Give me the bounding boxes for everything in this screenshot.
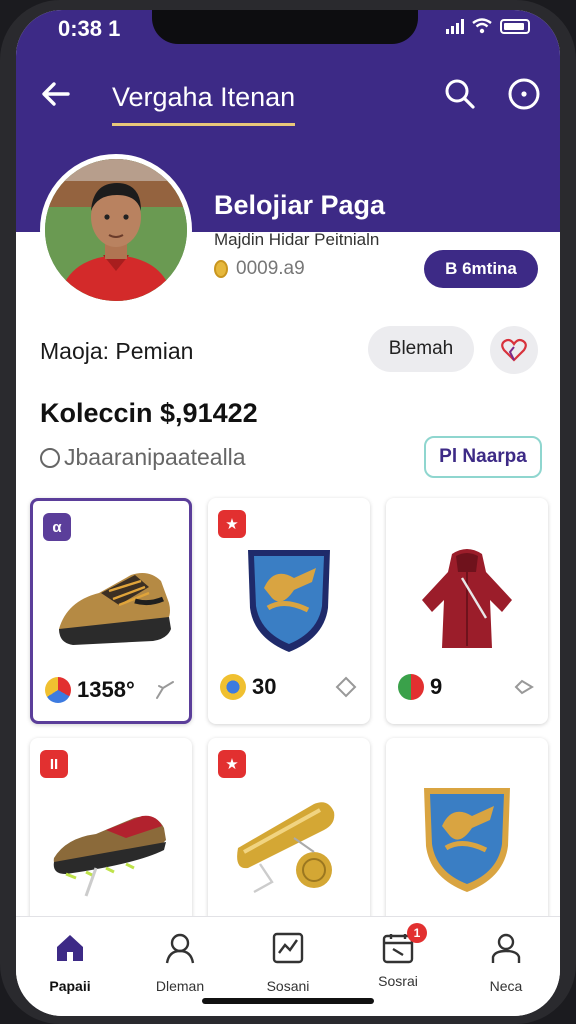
tab-label: Papaii <box>49 978 91 994</box>
collection-title: Koleccin $,91422 <box>40 398 258 428</box>
collection-handle: Jbaaranipaatealla <box>40 444 246 471</box>
favorite-button[interactable] <box>490 326 538 374</box>
card-badge: ★ <box>218 510 246 538</box>
card-footer: 30 <box>220 674 358 700</box>
sneaker-image <box>59 573 171 645</box>
tab-players[interactable]: Dleman <box>140 931 220 994</box>
coin-value: 0009.a9 <box>236 258 305 279</box>
battery-icon <box>500 18 530 34</box>
player-photo <box>45 159 187 301</box>
handle-text: Jbaaranipaatealla <box>64 444 246 470</box>
share-icon[interactable] <box>512 675 536 699</box>
heart-icon <box>501 338 527 362</box>
item-card[interactable]: α 1358° <box>30 498 192 724</box>
more-button[interactable] <box>506 76 542 112</box>
card-value: 30 <box>252 674 277 699</box>
card-value: 1358° <box>77 677 135 702</box>
card-badge: ★ <box>218 750 246 778</box>
item-card[interactable]: ★ 30 <box>208 498 370 724</box>
clock-icon <box>40 447 60 468</box>
coin-icon <box>214 260 228 278</box>
status-icons <box>446 18 530 34</box>
tab-calendar[interactable]: 1 Sosrai <box>358 923 438 989</box>
profile-name: Belojiar Paga <box>214 190 386 220</box>
diamond-icon[interactable] <box>334 675 358 699</box>
wifi-icon <box>472 18 492 34</box>
home-indicator[interactable] <box>202 998 374 1004</box>
home-icon <box>57 935 83 961</box>
search-button[interactable] <box>442 76 478 112</box>
card-footer: 9 <box>398 674 536 700</box>
tab-label: Sosrai <box>378 973 418 989</box>
card-badge: α <box>43 513 71 541</box>
filter-button[interactable]: Pl Naarpa <box>424 436 542 478</box>
role-label: Maoja: Pemian <box>40 338 194 364</box>
follow-button[interactable]: B 6mtina <box>424 250 538 288</box>
notification-badge: 1 <box>407 923 427 943</box>
screen: 0:38 1 Vergaha Itenan Belojiar Paga Majd… <box>16 10 560 1016</box>
tab-profile[interactable]: Neca <box>466 931 546 994</box>
user-icon <box>165 933 195 964</box>
boot-image <box>53 815 166 897</box>
chart-icon <box>272 932 304 964</box>
whistle-image <box>237 802 335 894</box>
chip-button[interactable]: Blemah <box>368 326 474 372</box>
crest-image <box>424 788 510 892</box>
tab-label: Dleman <box>155 978 205 994</box>
gem-icon <box>220 674 246 700</box>
item-card[interactable]: 9 <box>386 498 548 724</box>
crest-image <box>248 550 330 652</box>
card-badge: II <box>40 750 68 778</box>
tab-label: Sosani <box>266 978 310 994</box>
top-bar: Vergaha Itenan <box>16 68 560 128</box>
page-title: Vergaha Itenan <box>112 82 296 126</box>
card-footer: 1358° <box>45 677 177 703</box>
status-time: 0:38 1 <box>58 16 121 41</box>
gem-icon <box>398 674 424 700</box>
profile-subtitle: Majdin Hidar Peitnialn <box>214 230 380 249</box>
coin-balance: 0009.a9 <box>214 258 305 280</box>
notch <box>152 10 418 44</box>
card-value: 9 <box>430 674 443 699</box>
calendar-icon-wrap: 1 <box>381 923 427 965</box>
profile-icon <box>491 933 521 963</box>
jacket-image <box>422 549 512 648</box>
tab-stats[interactable]: Sosani <box>248 931 328 994</box>
signal-icon <box>446 18 464 34</box>
avatar[interactable] <box>40 154 192 306</box>
tab-home[interactable]: Papaii <box>30 931 110 994</box>
back-button[interactable] <box>36 74 76 114</box>
gem-icon <box>45 677 71 703</box>
tab-label: Neca <box>489 978 523 994</box>
trade-icon[interactable] <box>153 678 177 702</box>
